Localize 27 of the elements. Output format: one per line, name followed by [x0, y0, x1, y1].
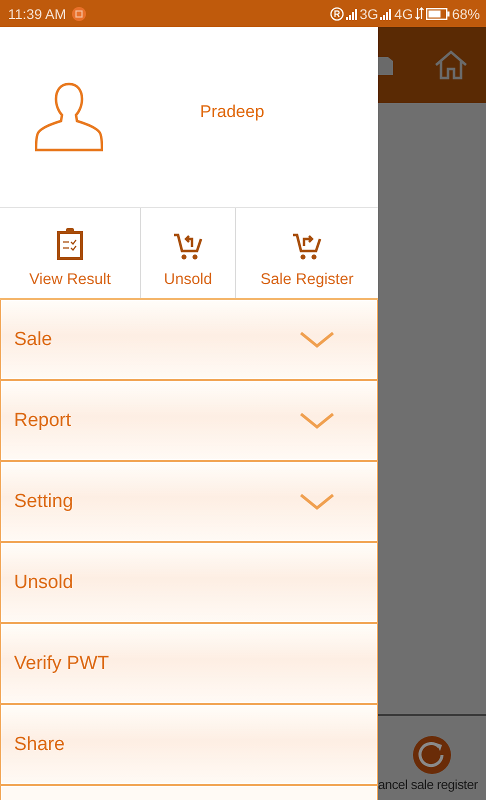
user-avatar-icon	[35, 81, 103, 153]
clipboard-icon	[55, 227, 85, 261]
notification-icon	[72, 6, 86, 20]
cancel-sale-register-label: ancel sale register	[378, 777, 478, 792]
menu-item[interactable]: Setting	[0, 462, 378, 543]
home-icon	[434, 50, 468, 80]
menu-item[interactable]: Share	[0, 705, 378, 786]
battery-percent: 68%	[452, 6, 480, 22]
chevron-down-icon	[299, 412, 335, 430]
status-time: 11:39 AM	[8, 6, 66, 22]
cart-icon	[173, 231, 203, 261]
menu-item[interactable]: Report	[0, 381, 378, 462]
refresh-icon	[412, 735, 452, 775]
network-type: 3G	[360, 6, 378, 22]
user-name: Pradeep	[200, 102, 264, 122]
menu-item[interactable]: Sale	[0, 300, 378, 381]
network-type: 4G	[394, 6, 413, 22]
cart-icon	[292, 231, 322, 261]
menu-item[interactable]: Verify PWT	[0, 624, 378, 705]
battery-icon	[426, 8, 450, 20]
chevron-down-icon	[299, 330, 335, 348]
chevron-down-icon	[299, 492, 335, 510]
signal-icon	[380, 8, 392, 20]
data-arrows-icon	[414, 7, 424, 20]
menu-item[interactable]: Unsold	[0, 543, 378, 624]
signal-icon	[346, 8, 358, 20]
registered-icon	[330, 6, 344, 20]
